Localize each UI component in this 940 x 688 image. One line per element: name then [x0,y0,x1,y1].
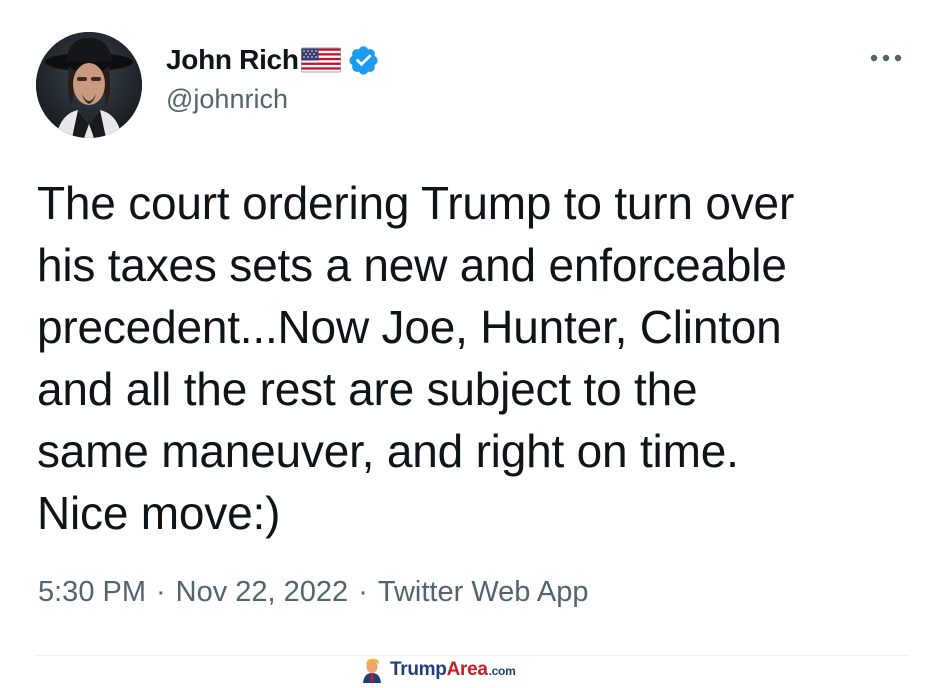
watermark-text: TrumpArea.com [390,659,516,681]
avatar[interactable] [36,32,142,138]
tweet-metadata: 5:30 PM · Nov 22, 2022 · Twitter Web App [38,576,588,609]
trump-cartoon-icon [358,657,386,683]
more-horizontal-icon [870,54,902,62]
profile-photo-icon [36,32,142,138]
divider [36,655,908,656]
more-options-button[interactable] [862,44,910,72]
watermark-area: Area [446,659,488,680]
site-watermark: TrumpArea.com [358,657,516,683]
tweet-date[interactable]: Nov 22, 2022 [176,576,349,609]
watermark-com: .com [488,664,516,678]
tweet-card: John Rich @johnrich The court ordering T… [0,0,940,683]
meta-separator: · [358,576,368,608]
tweet-text: The court ordering Trump to turn over hi… [37,177,795,539]
watermark-trump: Trump [390,659,447,680]
author-handle[interactable]: @johnrich [166,84,288,115]
author-name-row: John Rich [166,40,380,80]
tweet-time[interactable]: 5:30 PM [38,576,146,609]
meta-separator: · [156,576,166,608]
tweet-source-link[interactable]: Twitter Web App [378,576,589,609]
us-flag-icon [300,46,342,74]
author-display-name[interactable]: John Rich [166,44,299,76]
verified-badge-icon [347,44,380,77]
